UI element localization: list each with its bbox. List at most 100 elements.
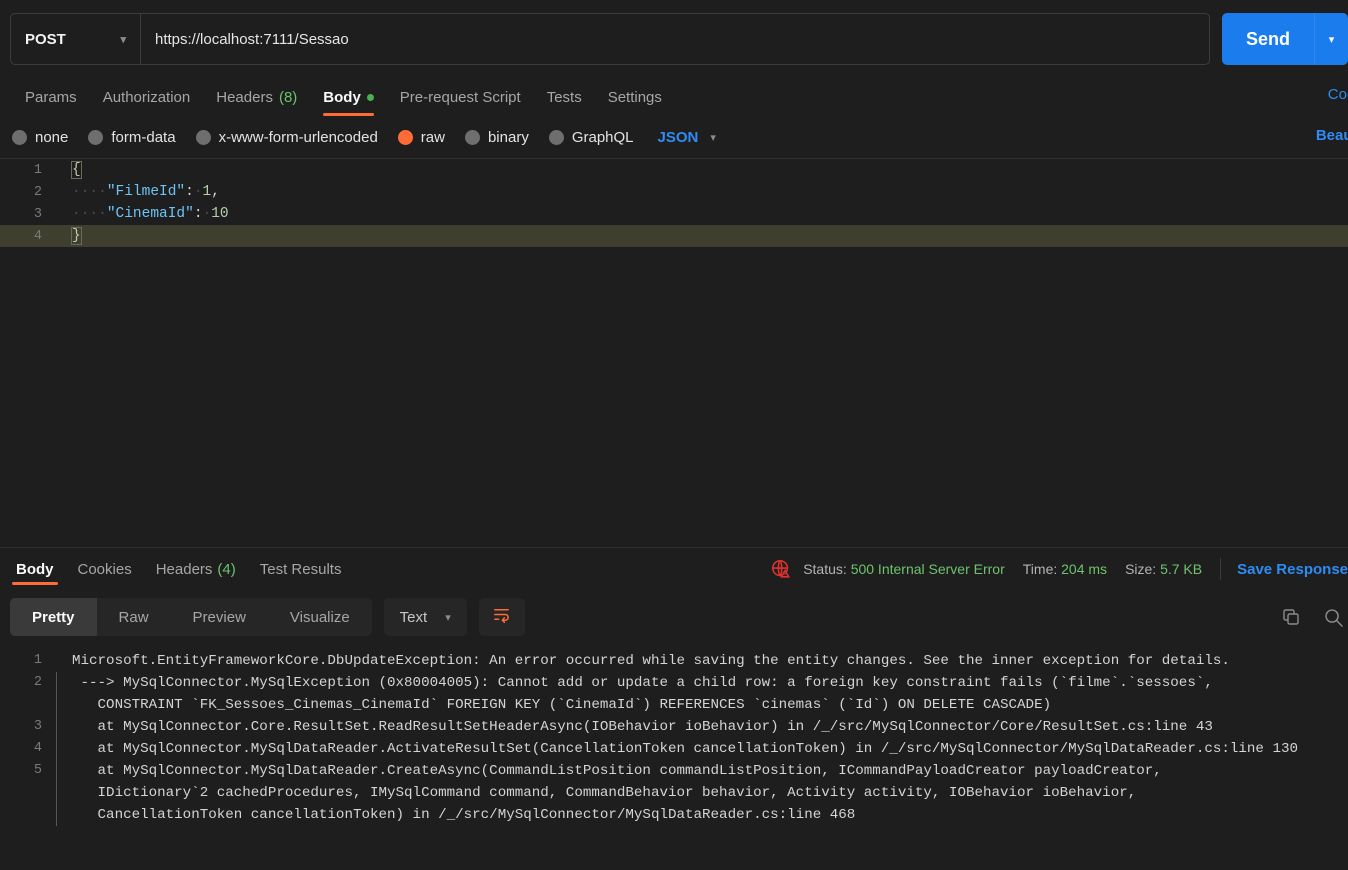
tab-params[interactable]: Params (12, 78, 90, 116)
line-number: 3 (33, 206, 42, 222)
line-number: 2 (33, 675, 42, 690)
size-value: 5.7 KB (1160, 561, 1203, 577)
body-type-urlencoded[interactable]: x-www-form-urlencoded (195, 128, 388, 146)
send-button[interactable]: Send (1221, 13, 1314, 65)
tab-count: (8) (278, 88, 298, 106)
wrap-lines-icon (492, 605, 511, 629)
indent-dots: ···· (72, 206, 107, 222)
body-type-label: raw (420, 128, 445, 146)
view-mode-visualize[interactable]: Visualize (268, 598, 372, 636)
tab-headers[interactable]: Headers (8) (203, 78, 310, 116)
time-text: Time: 204 ms (1023, 561, 1107, 577)
save-response-button[interactable]: Save Response (1237, 561, 1348, 578)
code-line-active: 4 } (0, 225, 1348, 247)
body-type-raw[interactable]: raw (397, 128, 455, 146)
code-line: 3 ····"CinemaId":·10 (0, 203, 1348, 225)
tab-settings[interactable]: Settings (595, 78, 675, 116)
postman-window: POST ▾ https://localhost:7111/Sessao Sen… (0, 0, 1348, 870)
response-line-text: ---> MySqlConnector.MySqlException (0x80… (56, 672, 1213, 716)
radio-icon (88, 129, 104, 145)
tab-label: Body (16, 560, 54, 578)
divider (1220, 558, 1222, 580)
http-method-select[interactable]: POST ▾ (11, 14, 141, 64)
raw-format-label: JSON (657, 128, 699, 146)
size-label: Size: (1125, 561, 1157, 577)
body-type-form-data[interactable]: form-data (88, 129, 185, 146)
tab-tests[interactable]: Tests (534, 78, 595, 116)
json-open-brace: { (71, 161, 82, 179)
tab-pre-request-script[interactable]: Pre-request Script (387, 78, 534, 116)
status-label: Status: (803, 561, 847, 577)
body-type-label: binary (487, 128, 529, 146)
request-body-editor[interactable]: 1 { 2 ····"FilmeId":·1, 3 ····"CinemaId"… (0, 158, 1348, 548)
tab-label: Params (25, 88, 77, 106)
json-colon: : (193, 206, 203, 222)
json-value: 1 (202, 184, 212, 200)
url-input[interactable]: https://localhost:7111/Sessao (141, 14, 1209, 64)
json-key: "CinemaId" (106, 206, 194, 222)
time-value: 204 ms (1061, 561, 1108, 577)
body-type-label: x-www-form-urlencoded (218, 128, 378, 146)
response-tab-headers[interactable]: Headers (4) (144, 548, 248, 590)
view-mode-segmented-control: Pretty Raw Preview Visualize (10, 598, 372, 636)
cookies-link[interactable]: Cookies (1328, 86, 1348, 103)
line-number: 4 (33, 228, 42, 244)
response-format-select[interactable]: Text ▾ (383, 598, 467, 636)
tab-label: Authorization (102, 88, 191, 106)
response-line: 3 at MySqlConnector.Core.ResultSet.ReadR… (0, 716, 1348, 738)
wrap-lines-button[interactable] (478, 598, 525, 636)
view-mode-raw[interactable]: Raw (97, 598, 171, 636)
search-icon[interactable] (1323, 607, 1344, 628)
url-group: POST ▾ https://localhost:7111/Sessao (10, 13, 1210, 65)
beautify-link[interactable]: Beautify (1316, 127, 1348, 144)
json-colon: : (185, 184, 194, 200)
body-type-graphql[interactable]: GraphQL (548, 129, 644, 146)
body-type-binary[interactable]: binary (464, 128, 539, 146)
code-line: 2 ····"FilmeId":·1, (0, 181, 1348, 203)
http-method-label: POST (25, 30, 66, 48)
response-line: 1 Microsoft.EntityFrameworkCore.DbUpdate… (0, 650, 1348, 672)
code-text: ····"FilmeId":·1, (56, 184, 220, 200)
copy-icon[interactable] (1281, 607, 1301, 627)
radio-icon (464, 129, 480, 145)
response-actions (1281, 590, 1348, 644)
response-line: 4 at MySqlConnector.MySqlDataReader.Acti… (0, 738, 1348, 760)
line-number: 5 (33, 763, 42, 778)
body-type-label: none (35, 128, 69, 146)
body-modified-dot-icon (366, 93, 374, 101)
response-tab-cookies[interactable]: Cookies (66, 548, 144, 590)
response-line-text: Microsoft.EntityFrameworkCore.DbUpdateEx… (72, 653, 1230, 669)
view-mode-pretty[interactable]: Pretty (10, 598, 97, 636)
tab-label: Headers (216, 88, 273, 106)
chevron-down-icon: ▾ (445, 611, 451, 624)
raw-format-select[interactable]: JSON ▾ (658, 129, 716, 146)
response-format-toolbar: Pretty Raw Preview Visualize Text ▾ (0, 590, 1348, 644)
response-tab-body[interactable]: Body (4, 548, 66, 590)
json-close-brace: } (71, 227, 82, 245)
request-tabs: Params Authorization Headers (8) Body Pr… (0, 78, 1348, 116)
line-number: 1 (33, 162, 42, 178)
send-options-chevron-icon[interactable]: ▾ (1314, 13, 1348, 65)
tab-label: Pre-request Script (399, 88, 521, 106)
tab-label: Test Results (259, 560, 342, 578)
status-value: 500 Internal Server Error (850, 561, 1005, 577)
size-text: Size: 5.7 KB (1125, 561, 1202, 577)
tab-body[interactable]: Body (310, 78, 387, 116)
body-type-none[interactable]: none (12, 129, 78, 146)
tab-label: Headers (155, 560, 213, 578)
line-number: 3 (33, 719, 42, 734)
chevron-down-icon: ▾ (120, 33, 126, 46)
view-mode-preview[interactable]: Preview (171, 598, 268, 636)
tab-authorization[interactable]: Authorization (90, 78, 204, 116)
tab-count: (4) (217, 560, 236, 578)
response-format-label: Text (399, 608, 428, 626)
tab-label: Cookies (77, 560, 132, 578)
request-url-bar: POST ▾ https://localhost:7111/Sessao Sen… (0, 0, 1348, 78)
indent-dots: ···· (72, 184, 107, 200)
response-body-viewer[interactable]: 1 Microsoft.EntityFrameworkCore.DbUpdate… (0, 644, 1348, 826)
response-tab-test-results[interactable]: Test Results (248, 548, 354, 590)
line-number: 1 (33, 653, 42, 668)
tab-label: Body (323, 88, 361, 106)
json-value: 10 (211, 206, 229, 222)
response-line-text: at MySqlConnector.MySqlDataReader.Activa… (56, 738, 1298, 760)
